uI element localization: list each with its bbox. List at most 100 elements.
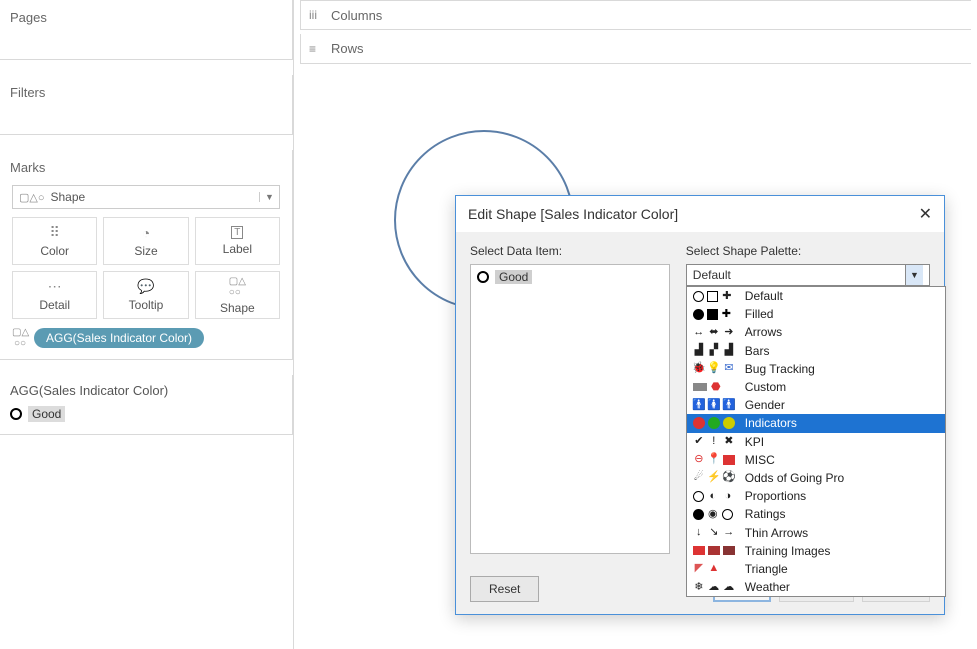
palette-option[interactable]: Training Images — [687, 542, 945, 560]
palette-icon-preview — [693, 290, 737, 302]
dialog-title: Edit Shape [Sales Indicator Color] — [468, 206, 678, 222]
palette-icon-preview: ↓↘→ — [693, 527, 737, 539]
label-button[interactable]: T Label — [195, 217, 280, 265]
palette-icon-preview: ◐◑ — [693, 490, 737, 502]
palette-icon-preview: ✔!✖ — [693, 436, 737, 448]
detail-label: Detail — [39, 298, 70, 312]
shape-icon: ▢△○ — [19, 191, 45, 204]
palette-option-label: Bars — [745, 344, 770, 358]
shape-label: Shape — [220, 301, 255, 315]
color-icon: ⠿ — [50, 224, 60, 241]
rows-shelf[interactable]: ≡ Rows — [300, 34, 971, 64]
palette-option[interactable]: ⊖📍MISC — [687, 451, 945, 469]
palette-icon-preview: ◉ — [693, 508, 737, 520]
palette-option-label: Default — [745, 289, 783, 303]
palette-option[interactable]: Default — [687, 287, 945, 305]
shape-button[interactable]: ▢△○○ Shape — [195, 271, 280, 319]
palette-option[interactable]: ❄☁☁ Weather — [687, 578, 945, 596]
legend-title: AGG(Sales Indicator Color) — [10, 383, 282, 398]
rows-label: Rows — [331, 41, 364, 56]
palette-option[interactable]: ◤▲ Triangle — [687, 560, 945, 578]
color-label: Color — [40, 244, 69, 258]
label-label: Label — [223, 242, 252, 256]
edit-shape-dialog: Edit Shape [Sales Indicator Color] ✕ Sel… — [455, 195, 945, 615]
palette-option-label: Gender — [745, 398, 785, 412]
palette-option[interactable]: ▟▞▟ Bars — [687, 342, 945, 360]
columns-shelf[interactable]: iii Columns — [300, 0, 971, 30]
circle-icon — [477, 271, 489, 283]
select-data-item-label: Select Data Item: — [470, 244, 670, 258]
palette-option[interactable]: Indicators — [687, 414, 945, 432]
mark-type-select[interactable]: ▢△○ Shape ▼ — [12, 185, 280, 209]
legend-item[interactable]: Good — [10, 406, 282, 422]
palette-option[interactable]: ◐◑ Proportions — [687, 487, 945, 505]
palette-option-label: Bug Tracking — [745, 362, 815, 376]
filters-card: Filters — [0, 75, 293, 135]
select-shape-palette-label: Select Shape Palette: — [686, 244, 930, 258]
palette-icon-preview: ⬣ — [693, 381, 737, 393]
chevron-down-icon[interactable]: ▼ — [905, 265, 923, 285]
tooltip-icon: 💬 — [137, 278, 154, 295]
mark-type-value: Shape — [51, 190, 86, 204]
tooltip-label: Tooltip — [129, 298, 164, 312]
pages-card: Pages — [0, 0, 293, 60]
palette-option-label: Filled — [745, 307, 774, 321]
palette-option-label: Indicators — [745, 416, 797, 430]
chevron-down-icon[interactable]: ▼ — [259, 192, 279, 202]
close-icon[interactable]: ✕ — [919, 204, 932, 224]
dialog-titlebar: Edit Shape [Sales Indicator Color] ✕ — [456, 196, 944, 232]
palette-option-label: Triangle — [745, 562, 788, 576]
data-item-row[interactable]: Good — [475, 269, 665, 285]
shape-shelf-pill[interactable]: AGG(Sales Indicator Color) — [34, 328, 204, 348]
size-icon: ◔ — [142, 225, 150, 241]
palette-option-label: Proportions — [745, 489, 806, 503]
size-button[interactable]: ◔ Size — [103, 217, 188, 265]
palette-icon-preview: ❄☁☁ — [693, 581, 737, 593]
palette-icon-preview: 🐞💡✉ — [693, 363, 737, 375]
legend-item-label: Good — [28, 406, 65, 422]
shape-legend-card: AGG(Sales Indicator Color) Good — [0, 375, 293, 435]
palette-option-label: Weather — [745, 580, 790, 594]
palette-option[interactable]: ☄⚡⚽ Odds of Going Pro — [687, 469, 945, 487]
circle-icon — [10, 408, 22, 420]
palette-option[interactable]: ↔⬌➜ Arrows — [687, 323, 945, 341]
palette-option[interactable]: ↓↘→ Thin Arrows — [687, 523, 945, 541]
filters-title: Filters — [10, 81, 282, 104]
palette-option[interactable]: 🐞💡✉ Bug Tracking — [687, 360, 945, 378]
palette-icon-preview: 🚹🚺🚹 — [693, 399, 737, 411]
palette-option[interactable]: ◉ Ratings — [687, 505, 945, 523]
detail-button[interactable]: ⋯ Detail — [12, 271, 97, 319]
data-item-list[interactable]: Good — [470, 264, 670, 554]
palette-icon-preview: ☄⚡⚽ — [693, 472, 737, 484]
palette-option-label: Custom — [745, 380, 786, 394]
palette-option-label: KPI — [745, 435, 764, 449]
marks-card: Marks ▢△○ Shape ▼ ⠿ Color ◔ Size T Label… — [0, 150, 293, 360]
reset-button[interactable]: Reset — [470, 576, 539, 602]
palette-option[interactable]: ✔!✖ KPI — [687, 433, 945, 451]
columns-label: Columns — [331, 8, 382, 23]
palette-option-label: Odds of Going Pro — [745, 471, 844, 485]
detail-icon: ⋯ — [48, 278, 62, 295]
size-label: Size — [134, 244, 157, 258]
palette-option-label: MISC — [745, 453, 775, 467]
palette-icon-preview — [693, 546, 737, 555]
tooltip-button[interactable]: 💬 Tooltip — [103, 271, 188, 319]
palette-dropdown[interactable]: Default Filled ↔⬌➜ Arrows ▟▞▟ Bars 🐞💡✉ Bug Trac… — [686, 286, 946, 597]
palette-icon-preview: ▟▞▟ — [693, 345, 737, 357]
palette-option-label: Thin Arrows — [745, 526, 808, 540]
label-icon: T — [231, 226, 243, 239]
palette-option-label: Ratings — [745, 507, 786, 521]
palette-option[interactable]: Filled — [687, 305, 945, 323]
palette-option[interactable]: ⬣ Custom — [687, 378, 945, 396]
palette-value: Default — [693, 268, 731, 282]
palette-select[interactable]: Default ▼ — [686, 264, 930, 286]
columns-icon: iii — [309, 8, 323, 22]
palette-icon-preview: ◤▲ — [693, 563, 737, 575]
palette-option[interactable]: 🚹🚺🚹 Gender — [687, 396, 945, 414]
data-item-label: Good — [495, 270, 532, 284]
palette-icon-preview: ↔⬌➜ — [693, 326, 737, 338]
palette-option-label: Arrows — [745, 325, 782, 339]
color-button[interactable]: ⠿ Color — [12, 217, 97, 265]
palette-option-label: Training Images — [745, 544, 831, 558]
marks-title: Marks — [10, 156, 282, 179]
